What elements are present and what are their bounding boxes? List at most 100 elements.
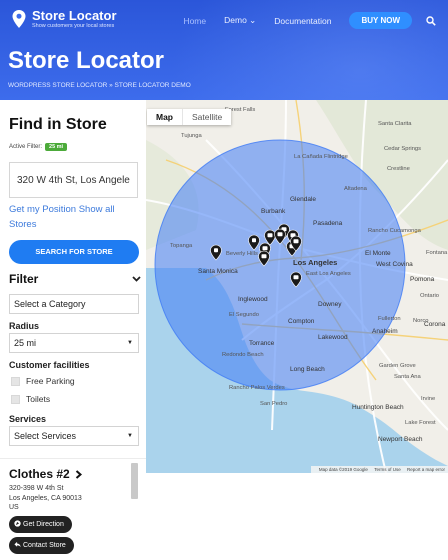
map-label: Santa Ana: [394, 374, 421, 380]
breadcrumb: WORDPRESS STORE LOCATOR » STORE LOCATOR …: [8, 82, 191, 89]
tab-map[interactable]: Map: [147, 109, 183, 125]
map-label: Burbank: [261, 208, 286, 215]
caret-down-icon: ▼: [127, 433, 133, 439]
address-input[interactable]: [9, 162, 138, 198]
store-map[interactable]: Forest Falls Santa Clarita Tujunga Cedar…: [146, 100, 448, 473]
category-select-value: Select a Category: [14, 299, 86, 309]
radius-label: Radius: [9, 321, 40, 331]
radius-select[interactable]: 25 mi ▼: [9, 333, 139, 353]
map-label: Corona: [424, 321, 446, 328]
get-my-position-link[interactable]: Get my Position: [9, 204, 76, 215]
facility-label: Toilets: [26, 394, 51, 404]
address-line: US: [9, 504, 19, 511]
map-label: Rancho Palos Verdes: [229, 385, 285, 391]
active-filter-badge[interactable]: 25 mi: [45, 143, 68, 151]
page-body-blank: [146, 473, 448, 560]
address-line: Los Angeles, CA 90013: [9, 494, 82, 502]
filter-toggle[interactable]: Filter: [9, 272, 141, 286]
active-filter-label: Active Filter:: [9, 144, 43, 150]
map-label: Compton: [288, 318, 315, 325]
store-marker-icon[interactable]: [258, 250, 270, 267]
map-label: Lake Forest: [405, 420, 436, 426]
nav-home[interactable]: Home: [183, 16, 206, 26]
filter-title: Filter: [9, 272, 39, 286]
brand-logo[interactable]: Store Locator Show customers your local …: [12, 9, 117, 30]
map-label: Topanga: [170, 243, 193, 249]
map-label: Fullerton: [378, 316, 401, 322]
store-result-card: Clothes #2 320-398 W 4th St Los Angeles,…: [0, 458, 146, 560]
map-label: Santa Clarita: [378, 121, 412, 127]
hero-header: Store Locator Show customers your local …: [0, 0, 448, 100]
map-label: Cedar Springs: [384, 146, 422, 152]
map-label: San Pedro: [260, 401, 288, 407]
map-label: Redondo Beach: [222, 352, 264, 358]
facilities-label: Customer facilities: [9, 360, 90, 370]
buy-now-button[interactable]: BUY NOW: [349, 12, 412, 29]
geo-links: Get my Position Show all Stores: [9, 202, 141, 232]
map-label: Altadena: [344, 186, 367, 192]
checkbox[interactable]: [11, 394, 20, 404]
store-marker-icon[interactable]: [290, 271, 302, 288]
search-icon[interactable]: [426, 15, 436, 26]
map-label: Glendale: [290, 196, 317, 203]
map-label: Garden Grove: [379, 363, 416, 369]
map-label: Crestline: [387, 166, 410, 172]
chevron-right-icon: [75, 470, 83, 479]
results-scrollbar[interactable]: [131, 463, 138, 499]
map-label: East Los Angeles: [306, 271, 351, 277]
top-nav: Home Demo ⌄ Documentation BUY NOW: [183, 12, 448, 29]
page-title: Store Locator: [8, 47, 165, 74]
store-result-title[interactable]: Clothes #2: [9, 467, 83, 481]
map-data-credit: Map data ©2019 Google: [318, 467, 368, 472]
map-label: Irvine: [421, 396, 436, 402]
sidebar-title: Find in Store: [9, 116, 107, 133]
brand-name: Store Locator: [32, 8, 117, 23]
caret-down-icon: ▼: [127, 340, 133, 346]
map-type-tabs: Map Satellite: [147, 109, 232, 125]
address-line: 320-398 W 4th St: [9, 485, 64, 492]
map-label: West Covina: [376, 261, 413, 268]
map-label: Rancho Cucamonga: [368, 228, 421, 234]
map-label: La Cañada Flintridge: [294, 154, 348, 160]
reply-arrow-icon: [14, 541, 21, 548]
map-label: Ontario: [420, 293, 440, 299]
category-select[interactable]: Select a Category: [9, 294, 139, 314]
store-marker-icon[interactable]: [264, 229, 276, 246]
search-for-store-button[interactable]: SEARCH FOR STORE: [9, 240, 139, 264]
facility-label: Free Parking: [26, 376, 75, 386]
store-search-sidebar: Find in Store Active Filter: 25 mi Get m…: [0, 100, 146, 560]
map-label: Huntington Beach: [352, 404, 404, 411]
chevron-down-icon: [132, 276, 141, 282]
store-marker-icon[interactable]: [248, 234, 260, 251]
map-label: Tujunga: [181, 133, 202, 139]
map-pin-logo-icon: [12, 10, 26, 28]
services-select-value: Select Services: [14, 431, 77, 441]
report-map-error-link[interactable]: Report a map error: [407, 467, 445, 472]
map-label: Pomona: [410, 276, 435, 283]
services-label: Services: [9, 414, 47, 424]
contact-store-button[interactable]: Contact Store: [9, 537, 74, 554]
map-label: Los Angeles: [293, 258, 338, 267]
services-select[interactable]: Select Services ▼: [9, 426, 139, 446]
facility-toilets[interactable]: Toilets: [11, 394, 50, 404]
nav-demo[interactable]: Demo ⌄: [224, 15, 256, 26]
terms-of-use-link[interactable]: Terms of Use: [374, 467, 401, 472]
nav-documentation[interactable]: Documentation: [274, 16, 331, 26]
checkbox[interactable]: [11, 376, 20, 386]
map-label: El Segundo: [229, 312, 259, 318]
map-label: Newport Beach: [378, 436, 423, 443]
facility-free-parking[interactable]: Free Parking: [11, 376, 75, 386]
map-label: Torrance: [249, 340, 275, 347]
tab-satellite[interactable]: Satellite: [183, 109, 231, 125]
active-filter: Active Filter: 25 mi: [9, 143, 68, 151]
map-label: Beverly Hills: [226, 251, 258, 257]
get-direction-button[interactable]: Get Direction: [9, 516, 72, 533]
store-marker-icon[interactable]: [274, 228, 286, 245]
map-label: Downey: [318, 301, 342, 308]
map-label: Inglewood: [238, 296, 268, 303]
map-label: Lakewood: [318, 334, 348, 341]
store-marker-icon[interactable]: [210, 244, 222, 261]
map-label: Anaheim: [372, 328, 398, 335]
store-address: 320-398 W 4th St Los Angeles, CA 90013 U…: [9, 484, 82, 513]
map-label: Fontana: [426, 250, 448, 256]
